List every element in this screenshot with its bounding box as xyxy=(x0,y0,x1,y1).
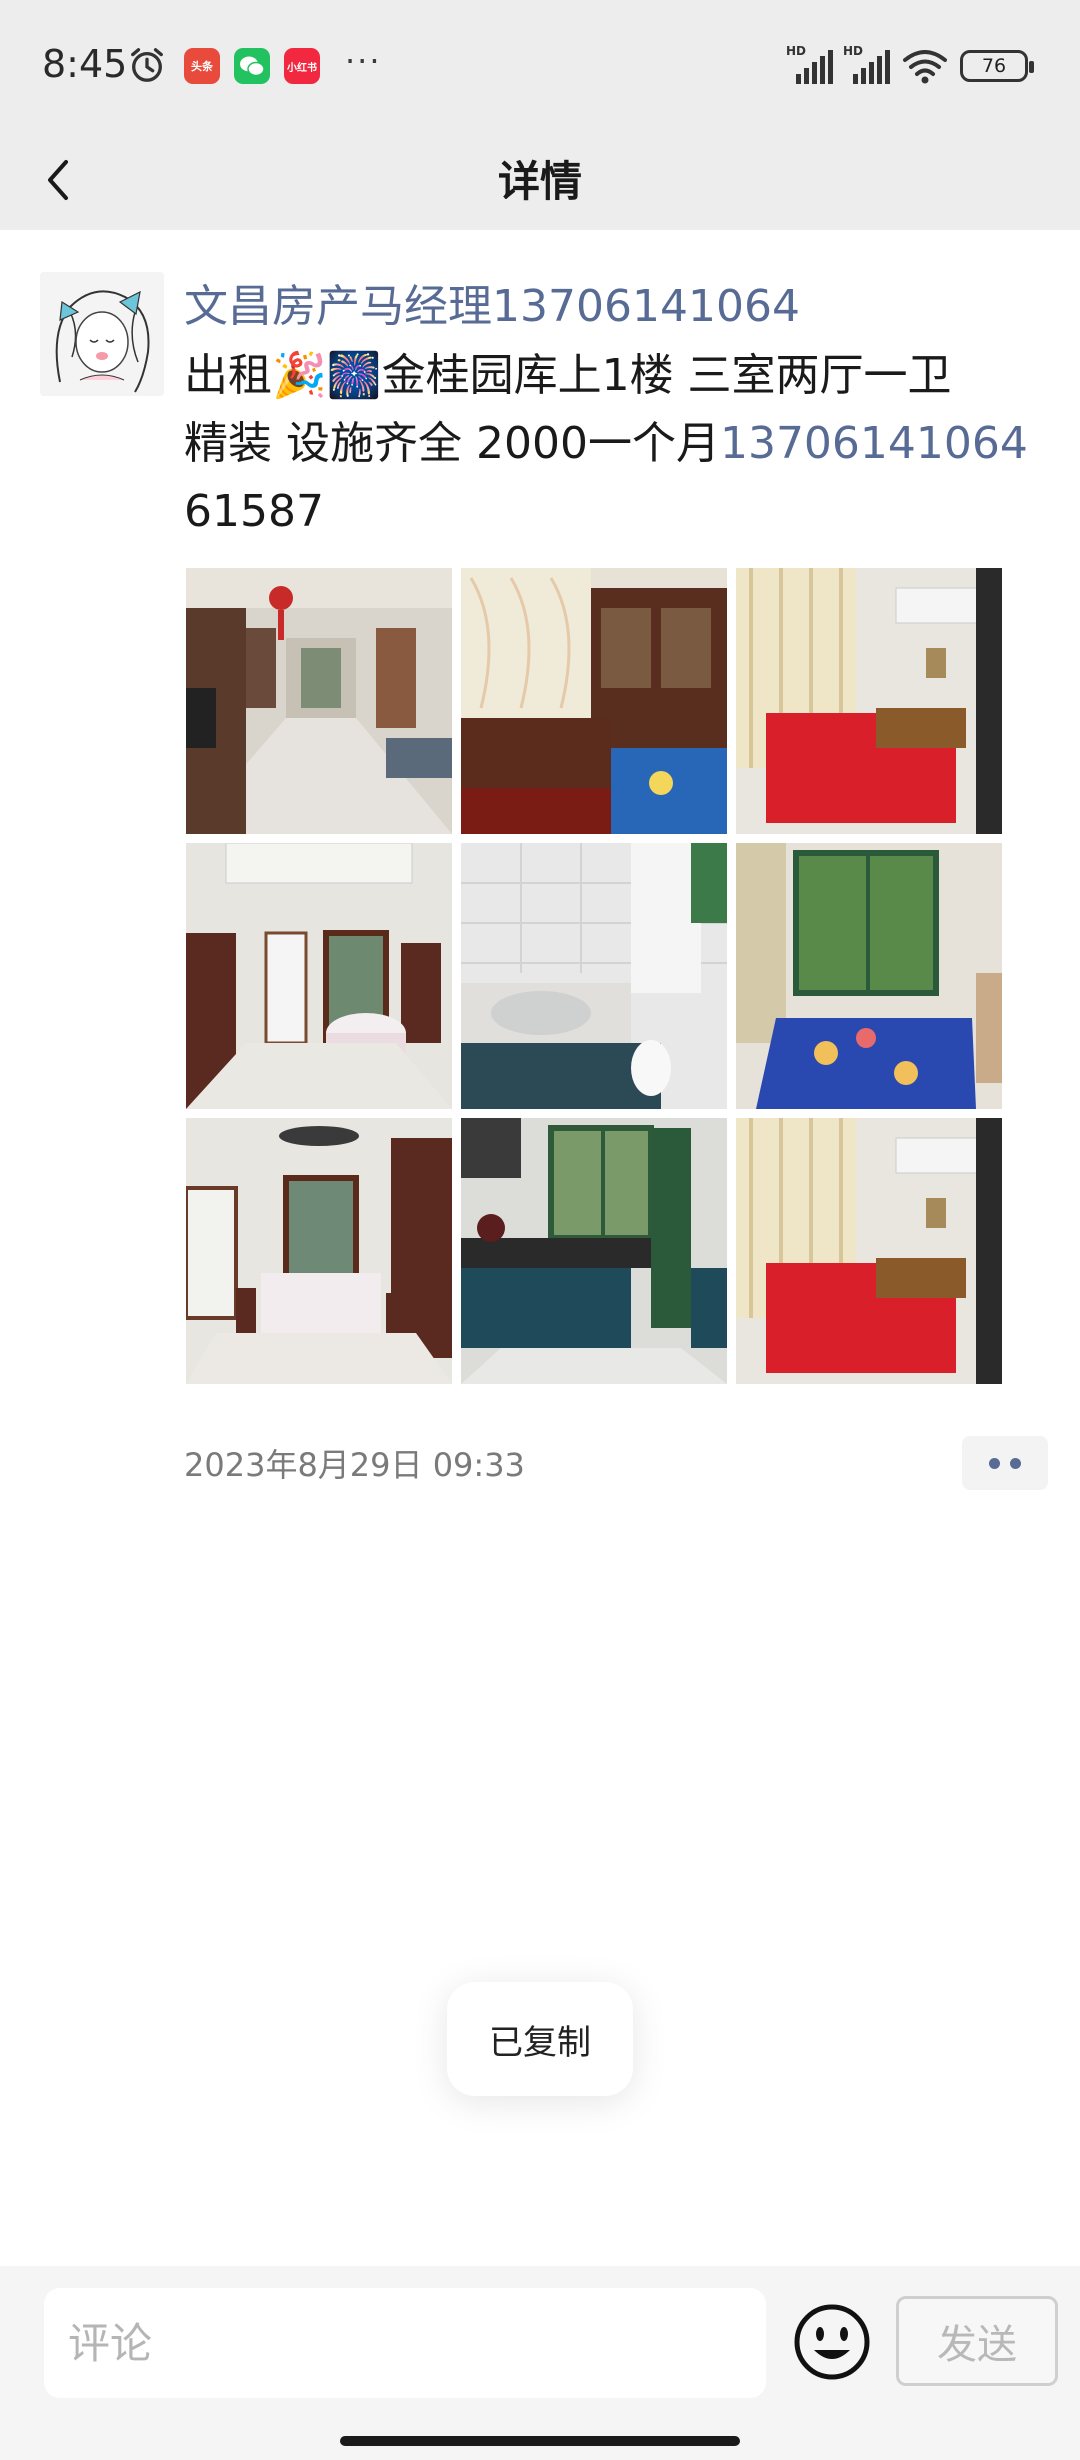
post-line-2-text: 精装 设施齐全 2000一个月 xyxy=(184,418,720,469)
post-line-2: 精装 设施齐全 2000一个月13706141064 xyxy=(184,410,1044,478)
page-title: 详情 xyxy=(497,157,582,206)
signal-1-icon: HD xyxy=(786,44,833,84)
toutiao-app-icon: 头条 xyxy=(184,48,220,84)
status-indicators: HD HD 76 xyxy=(786,44,1034,88)
photo-dining-room[interactable] xyxy=(186,1118,452,1384)
phone-link[interactable]: 13706141064 xyxy=(720,418,1028,469)
battery-level: 76 xyxy=(981,55,1007,77)
more-notifications-icon: ··· xyxy=(345,42,382,80)
post-timestamp: 2023年8月29日 09:33 xyxy=(184,1446,525,1484)
copied-toast: 已复制 xyxy=(447,1982,633,2096)
post-body: 出租🎉🎆金桂园库上1楼 三室两厅一卫 精装 设施齐全 2000一个月137061… xyxy=(184,342,1044,546)
emoji-icon[interactable] xyxy=(792,2302,872,2382)
battery-icon: 76 xyxy=(960,50,1034,82)
photo-bedroom-red-bed[interactable] xyxy=(736,568,1002,834)
photo-grid xyxy=(186,568,1004,1384)
alarm-icon xyxy=(131,48,163,82)
photo-bathroom[interactable] xyxy=(461,843,727,1109)
photo-living-room[interactable] xyxy=(186,568,452,834)
photo-bedroom-wardrobe[interactable] xyxy=(461,568,727,834)
comment-bar: 发送 xyxy=(0,2266,1080,2460)
status-time: 8:45 xyxy=(42,42,128,86)
post-line-3: 61587 xyxy=(184,486,324,537)
home-indicator[interactable] xyxy=(340,2436,740,2446)
photo-bedroom-red-bed-2[interactable] xyxy=(736,1118,1002,1384)
status-bar: 8:45 头条 小红书 ··· HD HD 76 xyxy=(0,0,1080,130)
more-options-button[interactable] xyxy=(962,1436,1048,1490)
nav-bar: 详情 xyxy=(0,130,1080,230)
post-author[interactable]: 文昌房产马经理13706141064 xyxy=(184,270,800,334)
xiaohongshu-app-icon: 小红书 xyxy=(284,48,320,84)
comment-input[interactable] xyxy=(44,2288,766,2398)
more-dot-icon xyxy=(1010,1457,1021,1469)
wifi-icon xyxy=(903,50,947,84)
wechat-app-icon xyxy=(234,48,270,84)
send-button[interactable]: 发送 xyxy=(896,2296,1058,2386)
photo-bedroom-blue-bed[interactable] xyxy=(736,843,1002,1109)
photo-dining-hall[interactable] xyxy=(186,843,452,1109)
photo-kitchen[interactable] xyxy=(461,1118,727,1384)
avatar[interactable] xyxy=(40,272,164,396)
post-line-1: 出租🎉🎆金桂园库上1楼 三室两厅一卫 xyxy=(184,350,952,401)
more-dot-icon xyxy=(989,1457,1000,1469)
signal-2-icon: HD xyxy=(843,44,890,84)
